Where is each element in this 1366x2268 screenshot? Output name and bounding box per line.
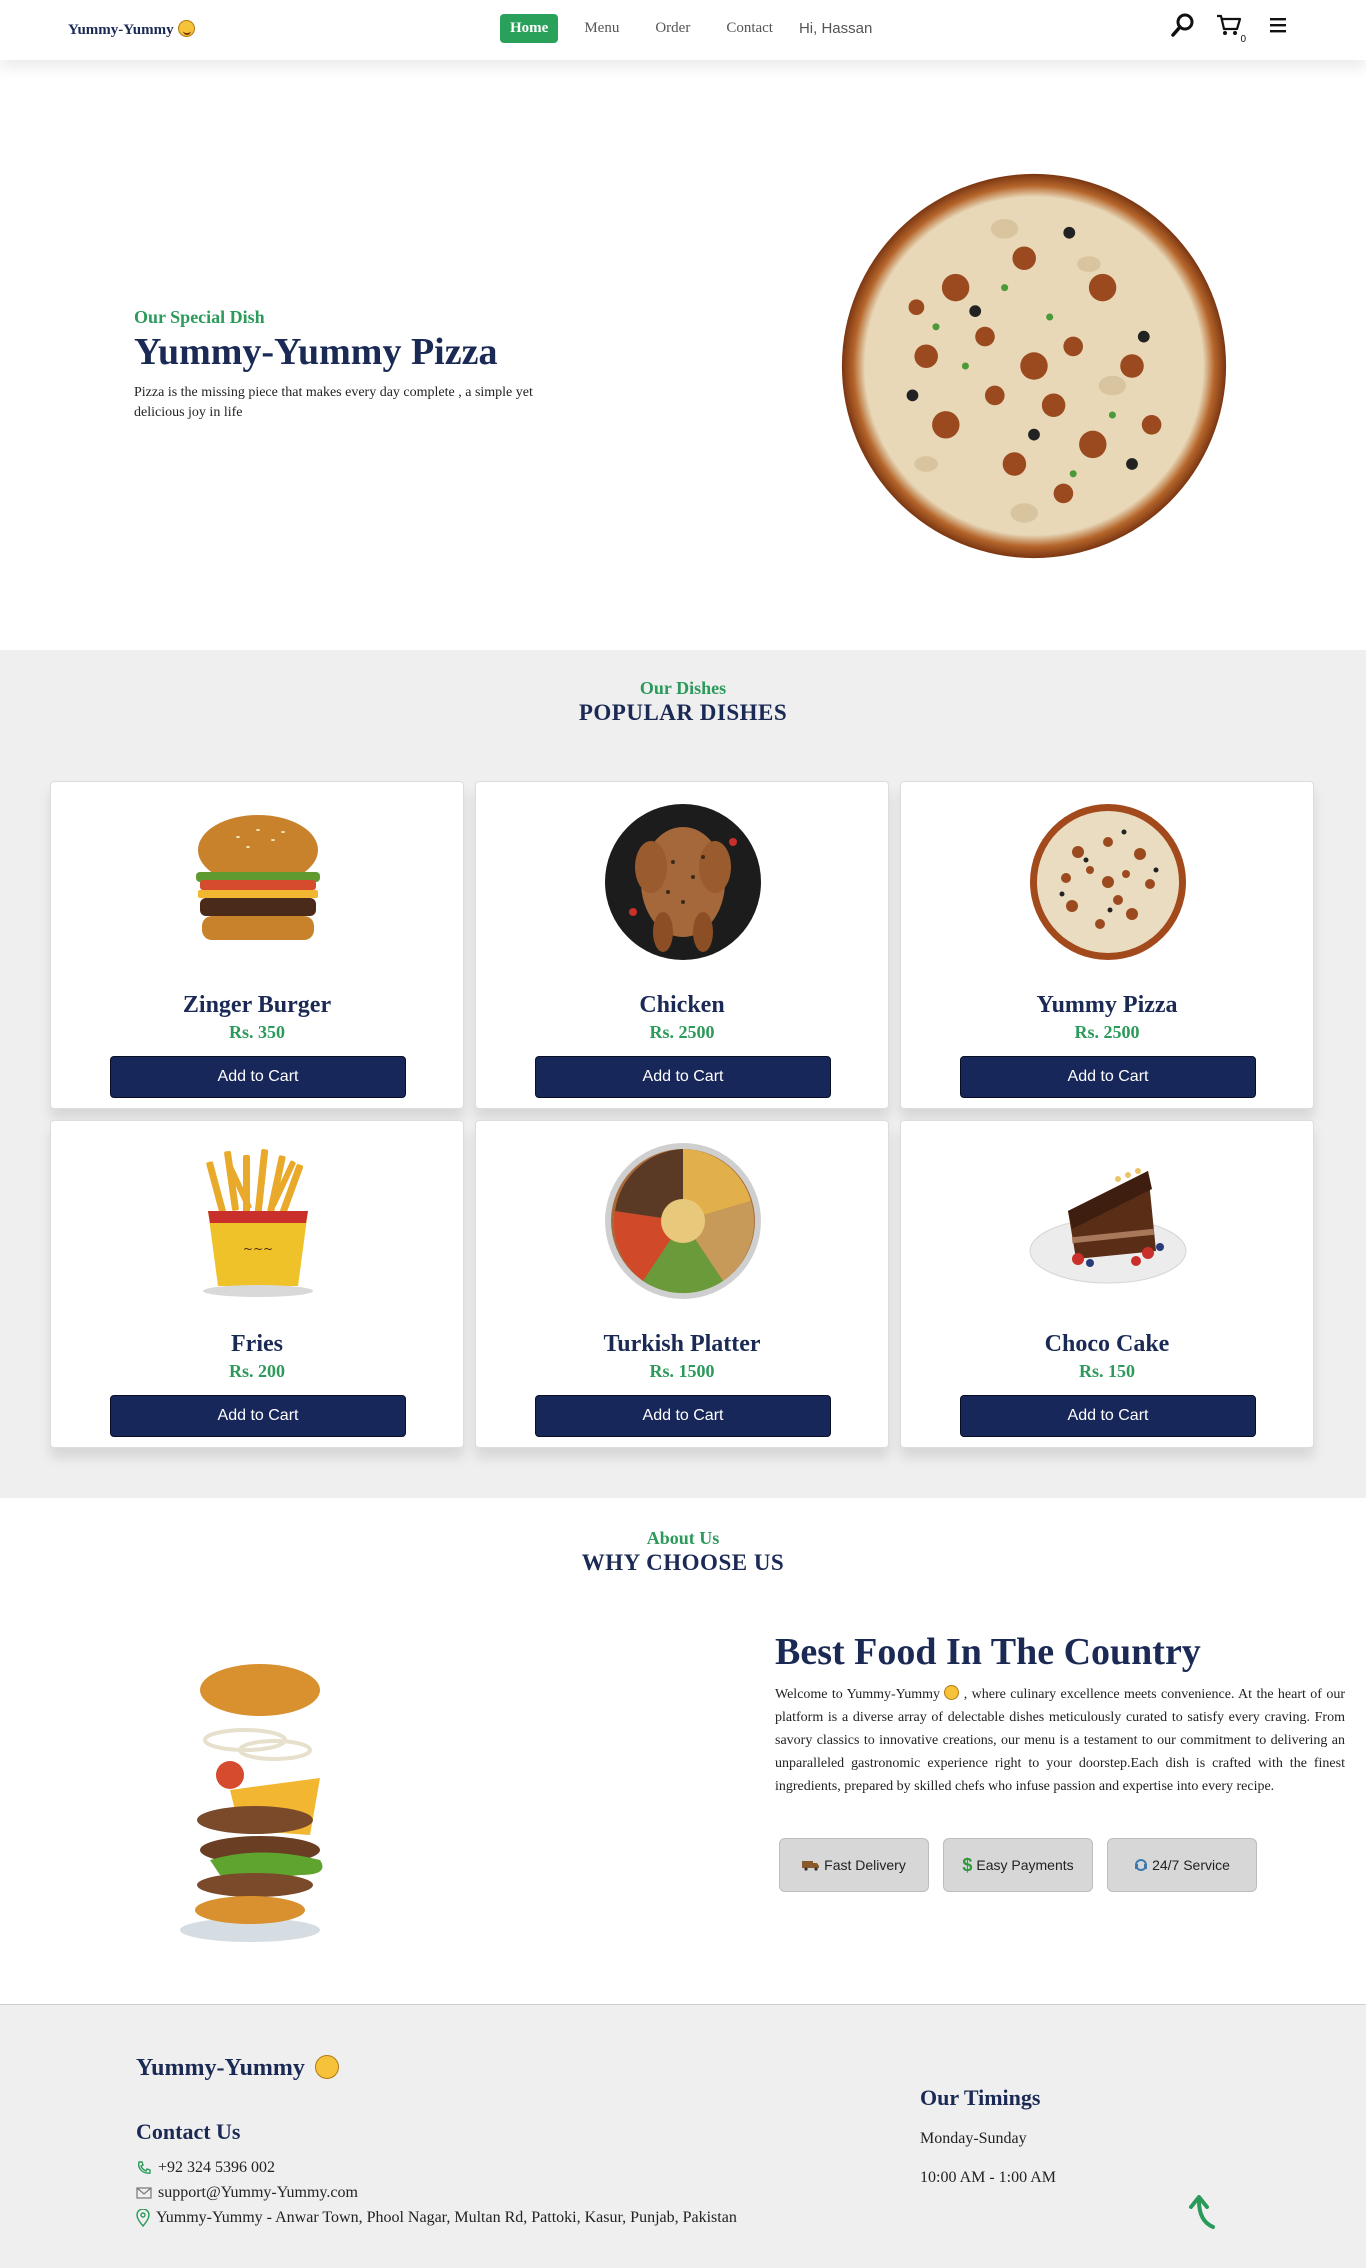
nav-order[interactable]: Order [645,14,700,43]
nav-contact[interactable]: Contact [716,14,783,43]
menu-icon[interactable] [1268,16,1288,34]
cart-button[interactable]: 0 [1216,13,1248,45]
contact-phone[interactable]: +92 324 5396 002 [136,2159,275,2177]
dish-name: Chicken [639,992,725,1018]
about-heading: Best Food In The Country [775,1631,1201,1673]
pizza-image [1030,804,1186,960]
about-description: Welcome to Yummy-Yummy , where culinary … [775,1685,1346,1794]
truck-icon [802,1861,820,1871]
dollar-icon: $ [962,1854,973,1875]
smile-emoji-icon [314,2055,339,2079]
popular-dishes-section: Our Dishes POPULAR DISHES Zinger Burger … [0,650,1366,1498]
footer-brand: Yummy-Yummy [136,2055,339,2082]
contact-email[interactable]: support@Yummy-Yummy.com [136,2184,358,2202]
nav-home[interactable]: Home [500,14,559,43]
hero-subtitle: Our Special Dish [134,307,265,327]
dish-name: Choco Cake [1044,1331,1170,1357]
navbar: Yummy-Yummy Home Menu Order Contact Hi, … [0,0,1366,60]
chicken-image [605,804,761,960]
timings-days: Monday-Sunday [920,2130,1027,2147]
dish-name: Yummy Pizza [1036,992,1178,1018]
add-to-cart-button[interactable]: Add to Cart [535,1395,831,1437]
dish-price: Rs. 2500 [649,1022,715,1042]
brand-logo[interactable]: Yummy-Yummy [68,20,195,39]
phone-icon [137,2161,151,2174]
user-greeting[interactable]: Hi, Hassan [799,20,872,37]
hero-title: Yummy-Yummy Pizza [134,331,498,373]
add-to-cart-button[interactable]: Add to Cart [960,1056,1256,1098]
support-icon [1135,1859,1148,1871]
email-icon [136,2187,152,2199]
smile-emoji-icon [944,1685,960,1700]
nav-menu[interactable]: Menu [574,14,629,43]
hero-pizza-image [841,173,1227,559]
smile-emoji-icon [177,20,195,37]
add-to-cart-button[interactable]: Add to Cart [110,1395,406,1437]
footer: Yummy-Yummy Contact Us +92 324 5396 002 … [0,2004,1366,2268]
dishes-subtitle: Our Dishes [639,678,727,698]
fries-image: ~~~ [203,1149,313,1297]
cart-count: 0 [1240,34,1246,45]
feature-easy-payments[interactable]: $ Easy Payments [943,1838,1093,1892]
dish-price: Rs. 1500 [649,1361,715,1381]
scroll-to-top-icon[interactable] [1185,2191,1225,2231]
dish-card-zinger-burger: Zinger Burger Rs. 350 Add to Cart [50,781,464,1109]
about-subtitle: About Us [646,1528,720,1548]
add-to-cart-button[interactable]: Add to Cart [110,1056,406,1098]
choco-cake-image [1029,1168,1187,1284]
dish-card-yummy-pizza: Yummy Pizza Rs. 2500 Add to Cart [900,781,1314,1109]
brand-text: Yummy-Yummy [68,22,174,38]
dish-card-choco-cake: Choco Cake Rs. 150 Add to Cart [900,1120,1314,1448]
dish-price: Rs. 150 [1078,1361,1135,1381]
dish-price: Rs. 200 [228,1361,285,1381]
dish-card-turkish-platter: Turkish Platter Rs. 1500 Add to Cart [475,1120,889,1448]
about-title: WHY CHOOSE US [581,1550,785,1575]
dish-price: Rs. 2500 [1074,1022,1140,1042]
burger-image [196,815,320,940]
feature-fast-delivery[interactable]: Fast Delivery [779,1838,929,1892]
feature-24-7-service[interactable]: 24/7 Service [1107,1838,1257,1892]
dish-price: Rs. 350 [228,1022,285,1042]
svg-text:~~~: ~~~ [243,1242,273,1256]
exploding-burger-image [180,1664,323,1942]
timings-hours: 10:00 AM - 1:00 AM [920,2169,1057,2186]
contact-title: Contact Us [136,2119,241,2144]
dish-name: Turkish Platter [603,1331,761,1357]
dish-name: Fries [231,1331,283,1357]
nav-icons: 0 [1170,12,1288,45]
hero-description: Pizza is the missing piece that makes ev… [134,385,533,420]
search-icon[interactable] [1170,12,1196,38]
dish-card-chicken: Chicken Rs. 2500 Add to Cart [475,781,889,1109]
timings-title: Our Timings [920,2085,1041,2110]
location-pin-icon [136,2209,150,2227]
turkish-platter-image [605,1143,761,1299]
contact-address: Yummy-Yummy - Anwar Town, Phool Nagar, M… [136,2209,737,2227]
dish-card-fries: ~~~ Fries Rs. 200 Add to Cart [50,1120,464,1448]
add-to-cart-button[interactable]: Add to Cart [960,1395,1256,1437]
main-menu: Home Menu Order Contact Hi, Hassan [500,14,872,43]
cart-icon [1217,14,1242,35]
dishes-title: POPULAR DISHES [578,700,788,725]
add-to-cart-button[interactable]: Add to Cart [535,1056,831,1098]
dish-name: Zinger Burger [182,992,332,1018]
